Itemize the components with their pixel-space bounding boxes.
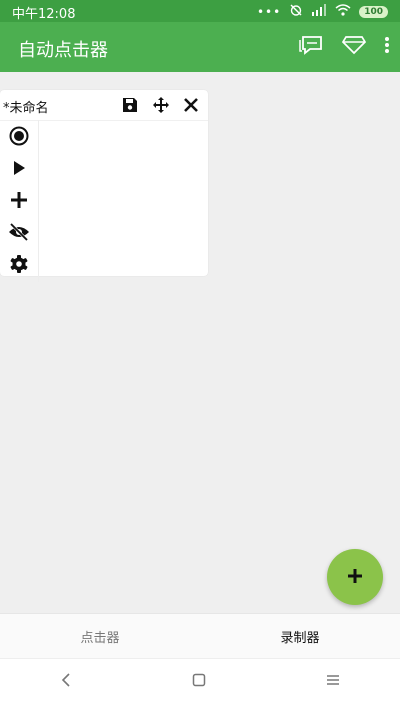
recorder-panel: *未命名 xyxy=(0,90,208,282)
back-icon[interactable] xyxy=(60,673,72,687)
eye-off-icon[interactable] xyxy=(8,222,30,242)
record-icon[interactable] xyxy=(9,126,29,146)
system-nav-bar xyxy=(0,658,400,701)
tab-clicker[interactable]: 点击器 xyxy=(0,614,200,659)
tab-recorder-label: 录制器 xyxy=(280,631,320,646)
status-time: 中午12:08 xyxy=(12,7,76,22)
more-vert-icon[interactable] xyxy=(384,36,390,54)
gear-icon[interactable] xyxy=(9,254,29,274)
panel-toolbar xyxy=(0,120,39,282)
app-bar: 自动点击器 xyxy=(0,22,400,72)
add-fab-button[interactable] xyxy=(327,549,383,605)
save-icon[interactable] xyxy=(122,97,138,113)
dots-icon: ••• xyxy=(256,5,282,19)
menu-icon[interactable] xyxy=(326,674,340,686)
battery-badge: 100 xyxy=(359,6,388,18)
app-title: 自动点击器 xyxy=(18,40,108,61)
play-icon[interactable] xyxy=(9,158,29,178)
wifi-icon xyxy=(335,4,351,20)
status-icons: ••• 100 xyxy=(257,3,388,21)
move-icon[interactable] xyxy=(152,96,170,114)
tab-clicker-label: 点击器 xyxy=(80,631,120,646)
chat-icon[interactable] xyxy=(298,34,324,56)
close-icon[interactable] xyxy=(184,98,198,112)
panel-header: *未命名 xyxy=(0,90,208,121)
plus-icon xyxy=(348,568,362,587)
panel-tools xyxy=(122,96,198,114)
status-bar: 中午12:08 ••• 100 xyxy=(0,0,400,22)
add-icon[interactable] xyxy=(9,190,29,210)
signal-icon xyxy=(311,4,327,20)
diamond-icon[interactable] xyxy=(342,35,366,55)
home-icon[interactable] xyxy=(192,673,206,687)
app-bar-actions xyxy=(298,34,390,56)
tab-recorder[interactable]: 录制器 xyxy=(200,614,400,659)
bottom-nav: 点击器 录制器 xyxy=(0,613,400,659)
alarm-off-icon xyxy=(289,3,303,21)
script-name: *未命名 xyxy=(3,101,49,116)
